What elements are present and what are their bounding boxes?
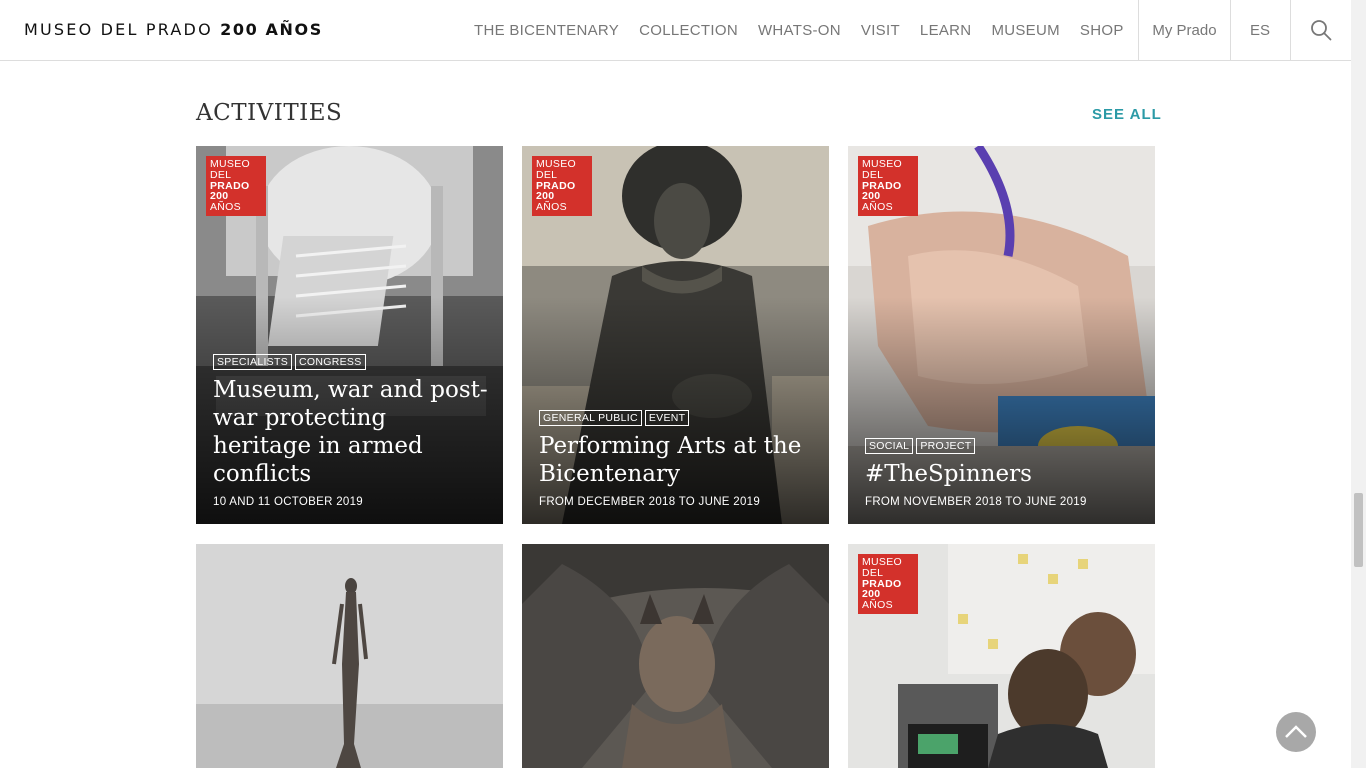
nav-item-bicentenary[interactable]: THE BICENTENARY	[464, 22, 629, 39]
site-header: MUSEO DEL PRADO 200 AÑOS THE BICENTENARY…	[0, 0, 1351, 61]
scrollbar-thumb[interactable]	[1354, 493, 1363, 567]
card-date: 10 AND 11 OCTOBER 2019	[213, 496, 363, 508]
card-title[interactable]: #TheSpinners	[865, 460, 1143, 488]
badge-line: DEL	[210, 168, 232, 181]
card-tags: SPECIALISTS CONGRESS	[213, 354, 491, 370]
badge-line: AÑOS	[210, 201, 241, 214]
badge-line: AÑOS	[862, 201, 893, 214]
site-logo[interactable]: MUSEO DEL PRADO 200 AÑOS	[24, 20, 323, 39]
tag[interactable]: CONGRESS	[295, 354, 366, 370]
language-switch[interactable]: ES	[1230, 0, 1291, 60]
bicentenary-badge: MUSEO DEL PRADO 200 AÑOS	[858, 156, 918, 216]
main-nav: THE BICENTENARY COLLECTION WHATS-ON VISI…	[464, 0, 1134, 60]
chevron-up-icon	[1285, 725, 1307, 738]
badge-line: DEL	[862, 168, 884, 181]
card-image-sculpture-photo	[196, 544, 503, 768]
nav-item-shop[interactable]: SHOP	[1070, 22, 1134, 39]
activity-card[interactable]: MUSEO DEL PRADO 200 AÑOS SPECIALISTS CON…	[196, 146, 503, 524]
badge-line: AÑOS	[862, 599, 893, 612]
card-title[interactable]: Museum, war and post-war protecting heri…	[213, 376, 491, 488]
bicentenary-badge: MUSEO DEL PRADO 200 AÑOS	[858, 554, 918, 614]
see-all-link[interactable]: SEE ALL	[1092, 106, 1162, 123]
search-icon	[1311, 20, 1332, 41]
card-body: GENERAL PUBLIC EVENT Performing Arts at …	[539, 410, 817, 508]
card-date: FROM DECEMBER 2018 TO JUNE 2019	[539, 496, 761, 508]
my-prado-link[interactable]: My Prado	[1138, 0, 1231, 60]
tag[interactable]: PROJECT	[916, 438, 976, 454]
activity-card[interactable]: MUSEO DEL PRADO 200 AÑOS SOCIAL PROJECT …	[848, 146, 1155, 524]
back-to-top-button[interactable]	[1276, 712, 1316, 752]
nav-item-museum[interactable]: MUSEUM	[981, 22, 1069, 39]
activity-card[interactable]: MUSEO DEL PRADO 200 AÑOS	[848, 544, 1155, 768]
activity-card[interactable]	[196, 544, 503, 768]
card-tags: SOCIAL PROJECT	[865, 438, 1143, 454]
badge-line: DEL	[536, 168, 558, 181]
logo-bold-text: 200 AÑOS	[220, 20, 323, 39]
tag[interactable]: SOCIAL	[865, 438, 914, 454]
badge-line: AÑOS	[536, 201, 567, 214]
page-scrollbar[interactable]	[1351, 0, 1366, 768]
tag[interactable]: EVENT	[644, 410, 690, 426]
nav-item-collection[interactable]: COLLECTION	[629, 22, 748, 39]
tag[interactable]: GENERAL PUBLIC	[539, 410, 642, 426]
activity-card[interactable]	[522, 544, 829, 768]
section-title: ACTIVITIES	[196, 100, 343, 126]
nav-item-visit[interactable]: VISIT	[851, 22, 910, 39]
badge-line: DEL	[862, 566, 884, 579]
tag[interactable]: SPECIALISTS	[213, 354, 292, 370]
search-button[interactable]	[1291, 0, 1351, 60]
activity-card[interactable]: MUSEO DEL PRADO 200 AÑOS GENERAL PUBLIC …	[522, 146, 829, 524]
card-date: FROM NOVEMBER 2018 TO JUNE 2019	[865, 496, 1087, 508]
card-image-demon-painting	[522, 544, 829, 768]
logo-text: MUSEO DEL PRADO	[24, 20, 213, 39]
card-body: SOCIAL PROJECT #TheSpinners FROM NOVEMBE…	[865, 438, 1143, 508]
card-body: SPECIALISTS CONGRESS Museum, war and pos…	[213, 354, 491, 508]
bicentenary-badge: MUSEO DEL PRADO 200 AÑOS	[532, 156, 592, 216]
nav-item-whats-on[interactable]: WHATS-ON	[748, 22, 851, 39]
nav-item-learn[interactable]: LEARN	[910, 22, 982, 39]
card-title[interactable]: Performing Arts at the Bicentenary	[539, 432, 817, 488]
bicentenary-badge: MUSEO DEL PRADO 200 AÑOS	[206, 156, 266, 216]
card-tags: GENERAL PUBLIC EVENT	[539, 410, 817, 426]
